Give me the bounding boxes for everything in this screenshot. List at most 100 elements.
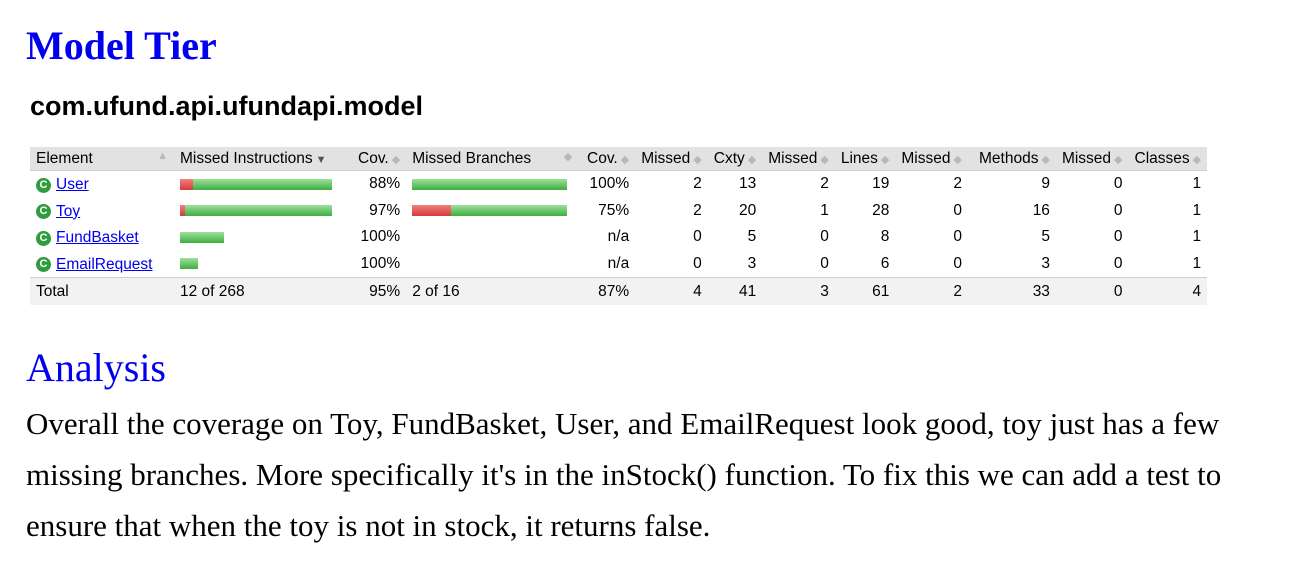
instructions-bar (180, 205, 332, 217)
class-icon: C (36, 230, 51, 246)
col-header-cxty[interactable]: Cxty ◆ (707, 147, 763, 171)
methods: 5 (1041, 228, 1050, 246)
table-header-row: Element ▲︎ Missed Instructions ▼ Cov. ◆ Mis… (30, 147, 1208, 171)
cxty: 5 (747, 228, 757, 246)
sort-icon: ◆ (820, 153, 829, 166)
classes: 1 (1192, 201, 1202, 219)
total-instructions: 12 of 268 (174, 277, 352, 305)
instr-cov: 100% (360, 255, 401, 273)
sort-icon: ◆ (693, 153, 702, 166)
col-header-missed-instructions[interactable]: Missed Instructions ▼ (174, 147, 352, 171)
total-label: Total (30, 277, 174, 305)
class-icon: C (36, 177, 51, 193)
cxty-missed: 0 (693, 255, 702, 273)
total-branch-cov: 87% (578, 277, 636, 305)
page-title: Model Tier (26, 23, 217, 68)
col-header-element[interactable]: Element ▲︎ (30, 147, 174, 171)
classes-missed: 0 (1113, 255, 1123, 273)
col-header-methods-missed[interactable]: Missed ◆ (895, 147, 968, 171)
class-link-toy[interactable]: Toy (56, 203, 80, 221)
sort-icon: ◆ (747, 153, 757, 166)
table-row: C FundBasket 100% n/a 0 5 0 8 0 5 0 1 (30, 224, 1207, 251)
coverage-table: Element ▲︎ Missed Instructions ▼ Cov. ◆ Mis… (30, 147, 1208, 305)
sort-icon: ▲︎ (157, 149, 168, 162)
branch-cov: 75% (598, 201, 630, 219)
cxty-missed: 0 (693, 228, 702, 246)
class-link-emailrequest[interactable]: EmailRequest (56, 256, 153, 274)
branches-bar (412, 205, 568, 217)
missed-branches-bar (406, 198, 578, 225)
col-header-lines[interactable]: Lines ◆ (834, 147, 896, 171)
sort-icon: ◆ (391, 153, 401, 166)
class-link-user[interactable]: User (56, 176, 89, 194)
lines: 8 (880, 228, 890, 246)
instructions-bar (180, 231, 224, 243)
sort-icon: ◆ (1192, 153, 1202, 166)
total-classes-missed: 0 (1055, 277, 1129, 305)
col-header-classes-missed[interactable]: Missed ◆ (1055, 147, 1129, 171)
missed-instructions-bar (174, 224, 352, 251)
missed-bar (180, 178, 193, 190)
lines-missed: 0 (820, 255, 829, 273)
col-header-instr-cov[interactable]: Cov. ◆ (352, 147, 407, 171)
class-link-fundbasket[interactable]: FundBasket (56, 229, 139, 247)
table-row: C User 88% 100% 2 13 2 19 2 9 0 1 (30, 171, 1207, 198)
sort-icon: ◆ (1041, 153, 1050, 166)
col-header-cxty-missed[interactable]: Missed ◆ (635, 147, 708, 171)
classes: 1 (1192, 228, 1202, 246)
covered-bar (451, 205, 568, 217)
lines-missed: 0 (820, 228, 829, 246)
missed-branches-bar (406, 224, 578, 251)
col-header-branch-cov[interactable]: Cov. ◆ (578, 147, 636, 171)
missed-instructions-bar (174, 251, 352, 278)
element-wrapper: C EmailRequest (36, 256, 153, 274)
col-header-classes[interactable]: Classes ◆ (1128, 147, 1208, 171)
total-branches: 2 of 16 (406, 277, 579, 305)
classes-missed: 0 (1113, 201, 1123, 219)
table-row: C EmailRequest 100% n/a 0 3 0 6 0 3 0 1 (30, 251, 1207, 278)
instructions-bar (180, 258, 198, 270)
missed-instructions-bar (174, 171, 352, 198)
cxty: 3 (747, 255, 757, 273)
lines: 6 (880, 255, 890, 273)
branch-cov: n/a (607, 228, 630, 246)
sort-icon: ◆ (953, 153, 962, 166)
classes-missed: 0 (1113, 228, 1123, 246)
classes: 1 (1192, 175, 1202, 193)
col-header-methods[interactable]: Methods ◆ (967, 147, 1056, 171)
cxty: 20 (739, 201, 757, 219)
missed-bar (412, 205, 452, 217)
covered-bar (412, 178, 568, 190)
sort-icon: ◆ (880, 153, 890, 166)
sort-icon: ◆ (620, 153, 630, 166)
cxty: 13 (739, 175, 757, 193)
class-icon: C (36, 204, 51, 220)
missed-branches-bar (406, 171, 578, 198)
branch-cov: 100% (589, 175, 630, 193)
total-lines-missed: 3 (762, 277, 835, 305)
col-header-lines-missed[interactable]: Missed ◆ (762, 147, 835, 171)
element-wrapper: C FundBasket (36, 229, 139, 247)
instr-cov: 100% (360, 228, 401, 246)
element-cell: C User (30, 171, 174, 198)
covered-bar (180, 231, 224, 243)
analysis-text: Overall the coverage on Toy, FundBasket,… (26, 406, 1222, 543)
sort-icon: ◆ (563, 150, 573, 163)
missed-branches-bar (406, 251, 578, 278)
missed-instructions-bar (174, 198, 352, 225)
col-header-missed-branches[interactable]: Missed Branches ◆ (406, 147, 579, 171)
methods-missed: 0 (953, 228, 962, 246)
sort-icon: ◆ (1114, 153, 1123, 166)
instr-cov: 88% (369, 175, 401, 193)
table-total-row: Total 12 of 268 95% 2 of 16 87% 4 41 3 6… (30, 277, 1208, 305)
classes-missed: 0 (1113, 175, 1123, 193)
element-wrapper: C User (36, 176, 89, 194)
total-cxty: 41 (707, 277, 763, 305)
element-wrapper: C Toy (36, 203, 80, 221)
branches-bar (412, 178, 568, 190)
element-cell: C FundBasket (30, 224, 174, 251)
total-lines: 61 (834, 277, 896, 305)
classes: 1 (1192, 255, 1202, 273)
covered-bar (193, 178, 332, 190)
element-cell: C Toy (30, 198, 174, 225)
